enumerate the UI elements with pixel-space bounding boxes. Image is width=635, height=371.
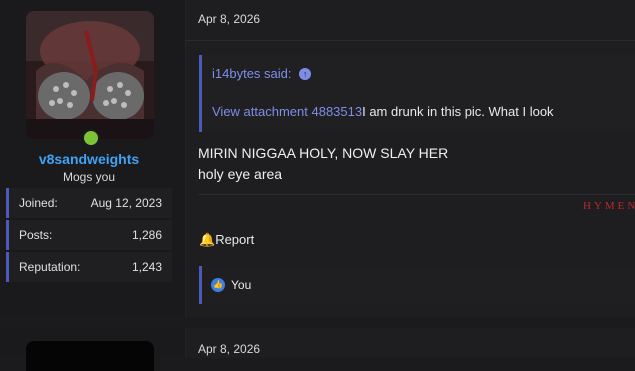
stat-value: Aug 12, 2023 bbox=[90, 196, 162, 210]
post-user-panel bbox=[0, 328, 186, 371]
post: v8sandweights Mogs you Joined: Aug 12, 2… bbox=[0, 0, 635, 318]
quote-block: i14bytes said: ↑ View attachment 4883513… bbox=[199, 55, 635, 132]
post-date[interactable]: Apr 8, 2026 bbox=[198, 342, 260, 356]
post-user-panel: v8sandweights Mogs you Joined: Aug 12, 2… bbox=[0, 0, 186, 318]
username-link[interactable]: v8sandweights bbox=[0, 151, 178, 167]
quote-header[interactable]: i14bytes said: ↑ bbox=[212, 66, 312, 81]
attachment-link[interactable]: View attachment 4883513 bbox=[212, 104, 362, 119]
stat-value: 1,243 bbox=[131, 260, 162, 274]
post-message: MIRIN NIGGAA HOLY, NOW SLAY HER holy eye… bbox=[198, 143, 448, 185]
stat-joined: Joined: Aug 12, 2023 bbox=[6, 188, 172, 218]
quote-author[interactable]: i14bytes said: bbox=[212, 66, 292, 81]
report-link[interactable]: 🔔Report bbox=[199, 232, 254, 248]
post-date[interactable]: Apr 8, 2026 bbox=[198, 12, 260, 26]
thumbs-up-icon: 👍 bbox=[211, 278, 225, 292]
signature-divider bbox=[198, 194, 635, 195]
report-label: Report bbox=[215, 232, 255, 247]
quote-body: View attachment 4883513I am drunk in thi… bbox=[212, 104, 554, 119]
quote-text: I am drunk in this pic. What I look bbox=[362, 104, 554, 119]
bell-icon: 🔔 bbox=[199, 232, 216, 247]
user-stats: Joined: Aug 12, 2023 Posts: 1,286 Reputa… bbox=[6, 188, 172, 284]
stat-value: 1,286 bbox=[131, 228, 162, 242]
online-status-indicator bbox=[82, 129, 100, 147]
signature-text: HYMEN bbox=[583, 200, 635, 212]
avatar[interactable] bbox=[26, 11, 154, 139]
avatar-image bbox=[26, 11, 154, 139]
avatar[interactable] bbox=[26, 341, 154, 371]
message-line: holy eye area bbox=[198, 166, 283, 182]
divider bbox=[185, 40, 635, 41]
stat-label: Joined: bbox=[19, 196, 58, 210]
stat-reputation: Reputation: 1,243 bbox=[6, 252, 172, 282]
user-title: Mogs you bbox=[62, 170, 116, 184]
stat-label: Reputation: bbox=[19, 260, 81, 274]
reactions-bar[interactable]: 👍 You bbox=[199, 266, 635, 304]
stat-label: Posts: bbox=[19, 228, 53, 242]
stat-posts: Posts: 1,286 bbox=[6, 220, 172, 250]
reactions-text[interactable]: You bbox=[231, 278, 251, 292]
message-line: MIRIN NIGGAA HOLY, NOW SLAY HER bbox=[198, 145, 449, 161]
post: Apr 8, 2026 bbox=[0, 328, 635, 371]
arrow-up-circle-icon[interactable]: ↑ bbox=[299, 68, 312, 80]
